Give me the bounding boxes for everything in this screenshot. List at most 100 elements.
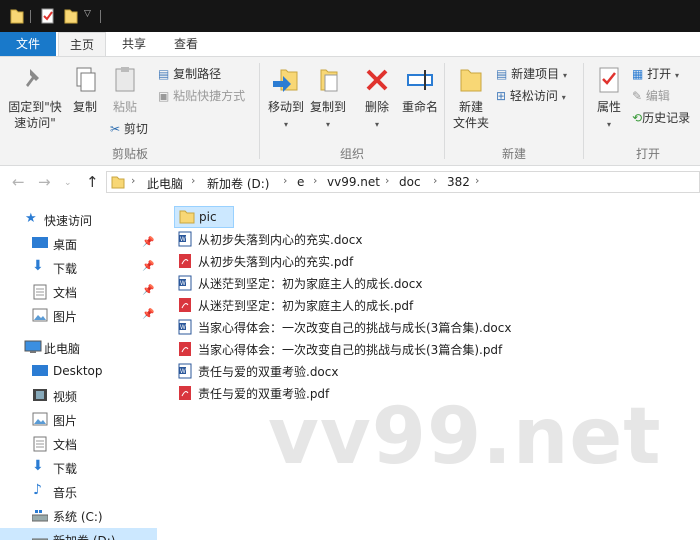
new-item-label: 新建项目 <box>511 67 560 81</box>
nav-downloads[interactable]: ⬇ 下载 📌 <box>0 256 157 280</box>
paste-shortcut-button[interactable]: ▣ 粘贴快捷方式 <box>158 88 245 104</box>
new-item-button[interactable]: ▤ 新建项目 ▾ <box>496 66 567 84</box>
group-separator <box>444 63 445 159</box>
recent-locations-chevron-icon[interactable]: ⌄ <box>64 178 72 188</box>
nav-desktop[interactable]: 桌面 📌 <box>0 232 157 256</box>
copy-to-label: 复制到 <box>309 100 346 114</box>
edit-button[interactable]: ✎ 编辑 <box>632 88 670 104</box>
tab-share[interactable]: 共享 <box>110 32 158 56</box>
file-row[interactable]: 从迷茫到坚定：初为家庭主人的成长.pdf <box>174 294 574 316</box>
ribbon-tabs: 文件 主页 共享 查看 <box>0 32 700 57</box>
new-folder-icon[interactable] <box>64 8 78 24</box>
up-arrow-icon[interactable]: ↑ <box>86 173 99 191</box>
open-button[interactable]: ▦ 打开 ▾ <box>632 66 679 84</box>
history-button[interactable]: ⟲历史记录 <box>632 110 690 126</box>
nav-documents-pc[interactable]: 文档 <box>0 432 157 456</box>
pdf-icon <box>179 298 191 312</box>
word-document-icon: W <box>178 231 192 247</box>
breadcrumb-chevron-icon[interactable]: › <box>283 174 287 187</box>
easy-access-button[interactable]: ⊞ 轻松访问 ▾ <box>496 88 566 106</box>
breadcrumb-drive-d[interactable]: 新加卷 (D:) <box>207 175 269 192</box>
forward-arrow-icon[interactable]: → <box>38 173 51 191</box>
picture-icon <box>32 308 48 322</box>
delete-button[interactable]: 删除 ▾ <box>358 65 396 133</box>
copy-path-label: 复制路径 <box>173 67 222 81</box>
copy-to-button[interactable]: 复制到 ▾ <box>306 65 350 133</box>
navigation-pane: ★ 快速访问 桌面 📌 ⬇ 下载 📌 文档 📌 图片 📌 此电脑 Desktop… <box>0 204 157 540</box>
address-bar[interactable]: › 此电脑 › 新加卷 (D:) › e › vv99.net › doc › … <box>106 171 700 193</box>
breadcrumb-doc[interactable]: doc <box>399 175 421 189</box>
svg-text:W: W <box>180 325 186 331</box>
rename-icon <box>407 70 433 90</box>
new-item-icon: ▤ <box>496 67 508 81</box>
breadcrumb-chevron-icon[interactable]: › <box>433 174 437 187</box>
nav-drive-d[interactable]: 新加卷 (D:) <box>0 528 157 540</box>
open-label: 打开 <box>647 67 672 81</box>
pin-icon[interactable]: 📌 <box>142 285 154 296</box>
folder-icon[interactable] <box>10 8 24 24</box>
rename-button[interactable]: 重命名 <box>398 65 442 115</box>
pdf-icon <box>179 386 191 400</box>
copy-button[interactable]: 复制 <box>66 65 104 115</box>
breadcrumb-chevron-icon[interactable]: › <box>385 174 389 187</box>
new-folder-button[interactable]: 新建 文件夹 <box>450 65 492 131</box>
nav-label: 文档 <box>53 286 78 300</box>
breadcrumb-382[interactable]: 382 <box>447 175 470 189</box>
paste-shortcut-label: 粘贴快捷方式 <box>173 89 246 103</box>
svg-text:W: W <box>180 369 186 375</box>
nav-label: 下载 <box>53 262 78 276</box>
nav-documents[interactable]: 文档 📌 <box>0 280 157 304</box>
cut-label: 剪切 <box>123 122 148 136</box>
copy-path-button[interactable]: ▤ 复制路径 <box>158 66 221 82</box>
file-row[interactable]: W 从迷茫到坚定：初为家庭主人的成长.docx <box>174 272 574 294</box>
file-row[interactable]: W 从初步失落到内心的充实.docx <box>174 228 574 250</box>
file-row[interactable]: 当家心得体会：一次改变自己的挑战与成长(3篇合集).pdf <box>174 338 594 360</box>
nav-downloads-pc[interactable]: ⬇ 下载 <box>0 456 157 480</box>
paste-button[interactable]: 粘贴 <box>106 65 144 115</box>
breadcrumb-this-pc[interactable]: 此电脑 <box>147 175 183 192</box>
copy-icon <box>76 67 96 92</box>
title-bar: ▽ <box>0 0 700 32</box>
nav-music[interactable]: ♪ 音乐 <box>0 480 157 504</box>
tab-file[interactable]: 文件 <box>0 32 56 56</box>
move-to-button[interactable]: 移动到 ▾ <box>264 65 308 133</box>
breadcrumb-chevron-icon[interactable]: › <box>475 174 479 187</box>
file-row[interactable]: W 当家心得体会：一次改变自己的挑战与成长(3篇合集).docx <box>174 316 594 338</box>
breadcrumb-e[interactable]: e <box>297 175 304 189</box>
nav-videos[interactable]: 视频 <box>0 384 157 408</box>
breadcrumb-chevron-icon[interactable]: › <box>313 174 317 187</box>
file-row[interactable]: pic <box>174 206 234 228</box>
pin-to-quick-access-button[interactable]: 固定到"快 速访问" <box>4 65 66 131</box>
nav-pictures[interactable]: 图片 📌 <box>0 304 157 328</box>
properties-button[interactable]: 属性 ▾ <box>590 65 628 133</box>
nav-quick-access[interactable]: ★ 快速访问 <box>0 208 157 232</box>
pin-icon[interactable]: 📌 <box>142 261 154 272</box>
breadcrumb-chevron-icon[interactable]: › <box>131 174 135 187</box>
nav-drive-c[interactable]: 系统 (C:) <box>0 504 157 528</box>
chevron-down-icon[interactable]: ▽ <box>84 9 91 19</box>
breadcrumb-vv99[interactable]: vv99.net <box>327 175 380 189</box>
file-row[interactable]: 从初步失落到内心的充实.pdf <box>174 250 574 272</box>
file-row[interactable]: W 责任与爱的双重考验.docx <box>174 360 574 382</box>
back-arrow-icon[interactable]: ← <box>12 173 25 191</box>
organize-group-label: 组织 <box>339 147 364 161</box>
breadcrumb-chevron-icon[interactable]: › <box>191 174 195 187</box>
nav-label: Desktop <box>53 364 103 378</box>
desktop-icon <box>32 365 48 376</box>
tab-home[interactable]: 主页 <box>58 32 106 57</box>
history-icon: ⟲ <box>632 111 643 125</box>
nav-desktop-pc[interactable]: Desktop <box>0 360 157 384</box>
copy-label: 复制 <box>72 100 97 114</box>
file-name: pic <box>199 210 217 224</box>
nav-pictures-pc[interactable]: 图片 <box>0 408 157 432</box>
properties-icon <box>599 67 619 93</box>
properties-icon[interactable] <box>40 8 56 24</box>
tab-view[interactable]: 查看 <box>162 32 210 56</box>
file-name: 从迷茫到坚定：初为家庭主人的成长.docx <box>198 277 423 291</box>
pin-icon[interactable]: 📌 <box>142 237 154 248</box>
nav-label: 桌面 <box>53 238 78 252</box>
open-icon: ▦ <box>632 67 644 81</box>
cut-button[interactable]: ✂ 剪切 <box>110 121 148 137</box>
nav-this-pc[interactable]: 此电脑 <box>0 336 157 360</box>
pin-icon[interactable]: 📌 <box>142 309 154 320</box>
